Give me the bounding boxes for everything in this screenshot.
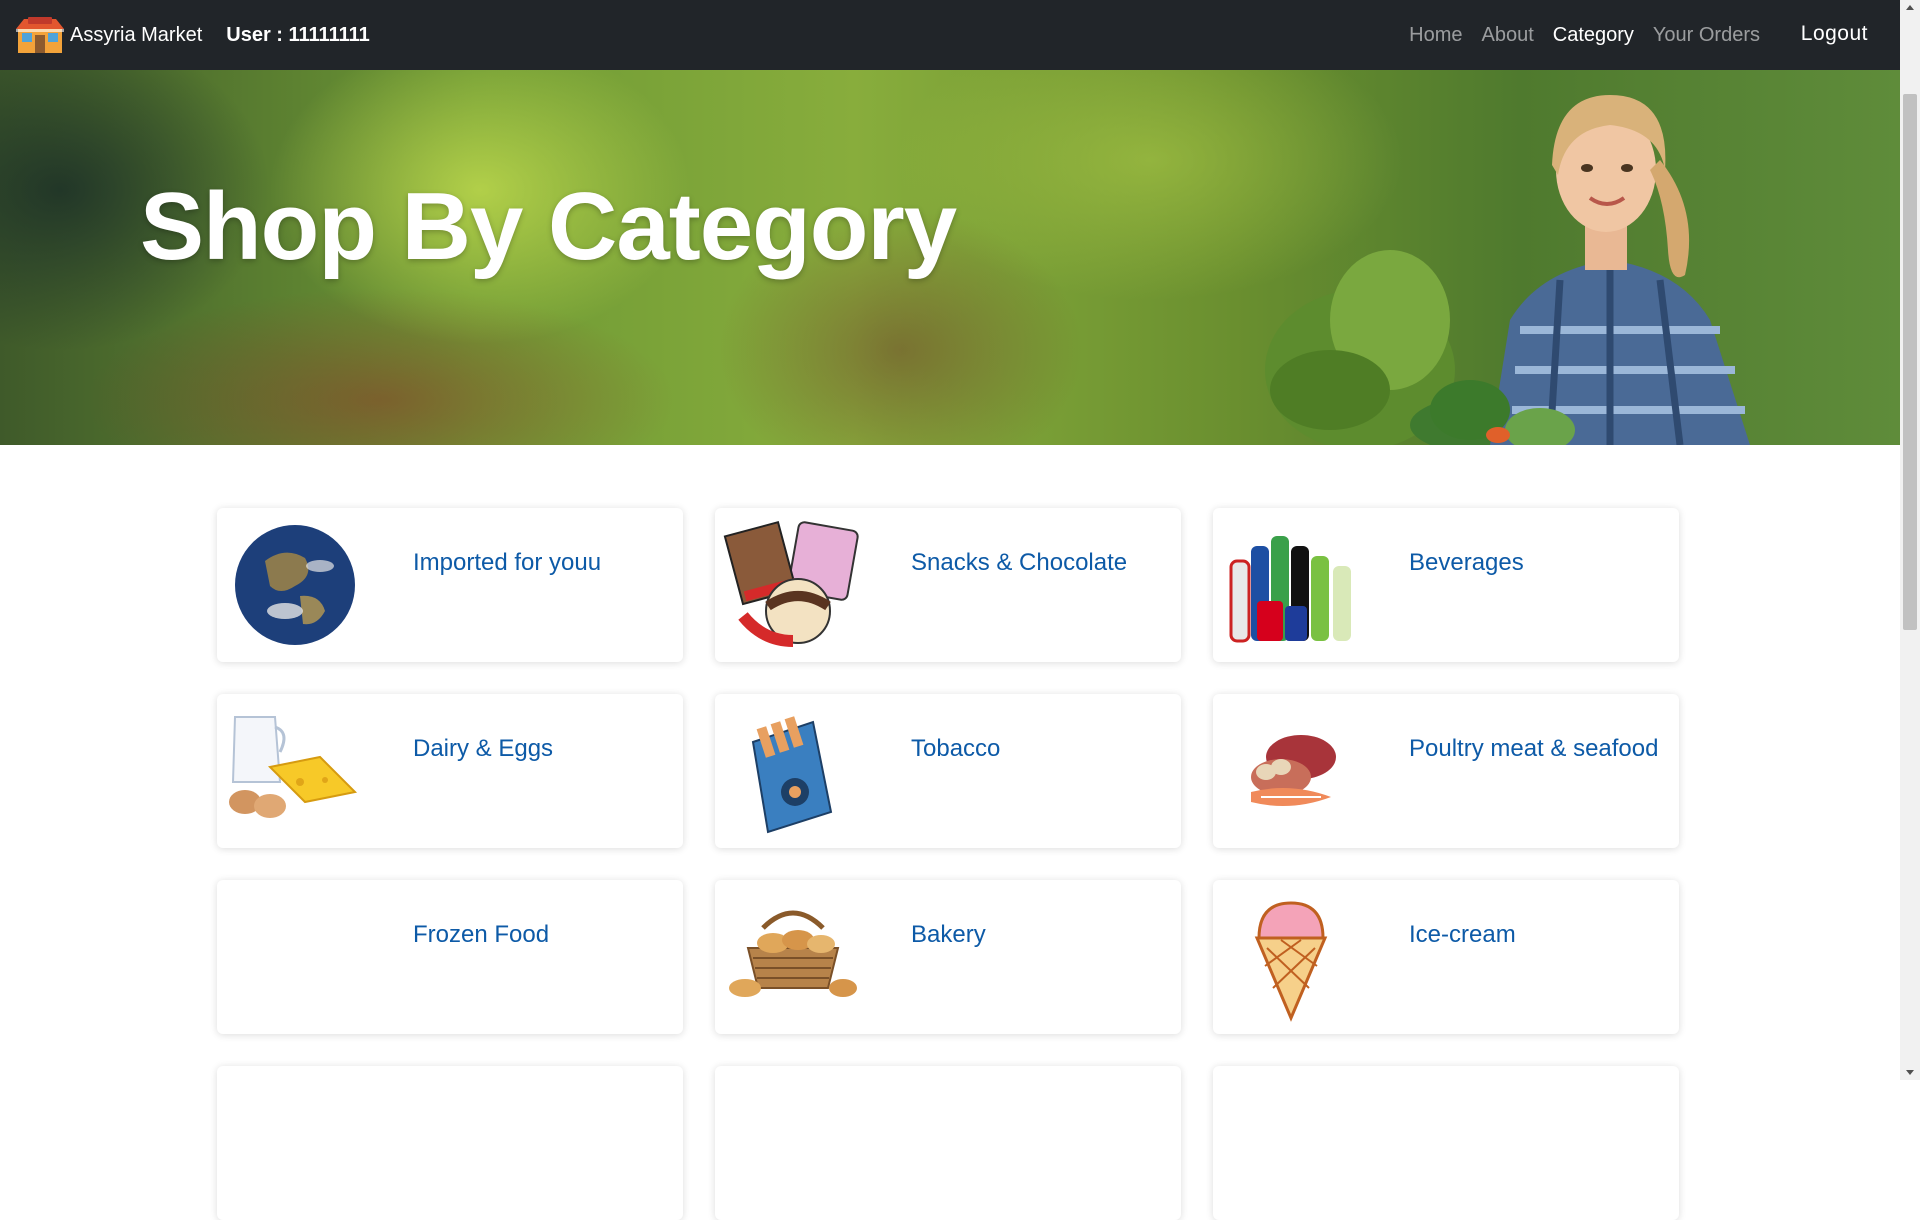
vertical-scrollbar[interactable] (1900, 0, 1920, 1080)
scrollbar-thumb[interactable] (1903, 94, 1917, 630)
category-card-partial[interactable] (715, 1066, 1181, 1220)
meat-seafood-icon (1251, 735, 1336, 806)
category-card-poultry-seafood[interactable]: Poultry meat & seafood (1213, 694, 1679, 848)
category-card-dairy-eggs[interactable]: Dairy & Eggs (217, 694, 683, 848)
chocolate-sweets-icon (723, 520, 859, 647)
category-card-partial[interactable] (1213, 1066, 1679, 1220)
brand[interactable]: Assyria Market (14, 15, 202, 55)
ice-cream-cone-icon (1254, 901, 1328, 1022)
top-navbar: Assyria Market User : 11111111 Home Abou… (0, 0, 1900, 70)
page-title: Shop By Category (140, 173, 957, 280)
category-title: Poultry meat & seafood (1409, 735, 1659, 762)
category-card-ice-cream[interactable]: Ice-cream (1213, 880, 1679, 1034)
category-card-bakery[interactable]: Bakery (715, 880, 1181, 1034)
category-card-beverages[interactable]: Beverages (1213, 508, 1679, 662)
category-title: Imported for youu (413, 549, 602, 576)
nav-link-about[interactable]: About (1481, 24, 1533, 47)
milk-cheese-eggs-icon (229, 716, 358, 818)
scroll-down-arrow-icon[interactable] (1900, 1064, 1920, 1080)
category-card-tobacco[interactable]: Tobacco (715, 694, 1181, 848)
category-title: Tobacco (911, 735, 1001, 762)
scroll-up-arrow-icon[interactable] (1900, 0, 1920, 16)
category-title: Dairy & Eggs (413, 735, 554, 762)
hero-banner: Shop By Category (0, 70, 1900, 445)
nav-link-home[interactable]: Home (1409, 24, 1462, 47)
market-store-icon (16, 17, 64, 53)
category-title: Frozen Food (413, 921, 550, 948)
nav-links: Home About Category Your Orders (1390, 0, 1760, 70)
logout-button[interactable]: Logout (1801, 22, 1868, 46)
nav-link-your-orders[interactable]: Your Orders (1653, 24, 1760, 47)
cigarette-pack-icon (751, 716, 833, 834)
bread-basket-icon (729, 910, 857, 997)
category-title: Ice-cream (1409, 921, 1516, 948)
category-title: Bakery (911, 921, 986, 948)
category-card-snacks-chocolate[interactable]: Snacks & Chocolate (715, 508, 1181, 662)
category-card-partial[interactable] (217, 1066, 683, 1220)
category-title: Beverages (1409, 549, 1524, 576)
user-id-label: User : 11111111 (226, 23, 370, 46)
beverage-bottles-icon (1229, 536, 1351, 643)
category-title: Snacks & Chocolate (911, 549, 1128, 576)
woman-with-vegetables-image (1265, 95, 1750, 445)
category-card-frozen-food[interactable]: Frozen Food (217, 880, 683, 1034)
brand-name: Assyria Market (70, 23, 203, 46)
earth-globe-icon (235, 525, 355, 645)
category-card-imported[interactable]: Imported for youu (217, 508, 683, 662)
nav-link-category[interactable]: Category (1553, 24, 1634, 47)
